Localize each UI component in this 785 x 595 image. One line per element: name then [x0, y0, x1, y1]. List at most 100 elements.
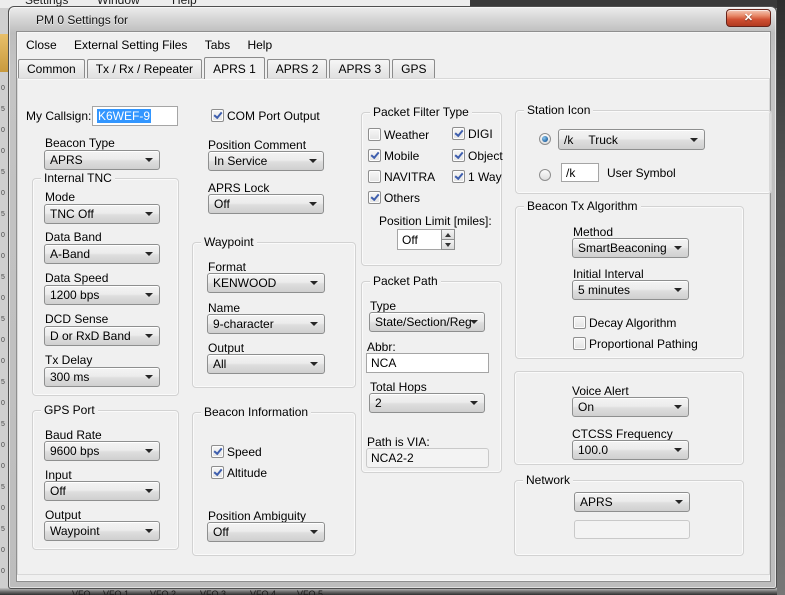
vfo-tab[interactable]: VFO 4 [250, 589, 276, 595]
station-icon-select[interactable]: /k Truck [558, 129, 705, 150]
network-value: APRS [580, 495, 613, 509]
tab-common[interactable]: Common [18, 59, 85, 78]
dropdown-arrow-icon [309, 159, 317, 163]
dialog-menubar: Close External Setting Files Tabs Help [19, 35, 279, 55]
digi-label: DIGI [468, 128, 493, 141]
data-band-label: Data Band [45, 231, 102, 244]
dialog-body: Close External Setting Files Tabs Help C… [16, 31, 771, 582]
dropdown-arrow-icon [470, 320, 478, 324]
dropdown-arrow-icon [674, 246, 682, 250]
altitude-checkbox[interactable] [211, 466, 224, 479]
dcd-sense-value: D or RxD Band [50, 329, 131, 343]
voice-alert-select[interactable]: On [572, 397, 689, 417]
total-hops-select[interactable]: 2 [369, 393, 485, 413]
menu-external-setting-files[interactable]: External Setting Files [67, 35, 194, 55]
tab-aprs-3[interactable]: APRS 3 [329, 59, 390, 78]
tx-delay-select[interactable]: 300 ms [44, 367, 160, 387]
aprs-lock-value: Off [214, 197, 230, 211]
spin-up-button[interactable] [441, 229, 455, 240]
parent-window-right-edge [777, 0, 785, 595]
position-limit-input[interactable]: Off [397, 229, 442, 250]
baud-rate-select[interactable]: 9600 bps [44, 441, 160, 461]
weather-label: Weather [384, 129, 429, 142]
beacon-tx-algorithm-title: Beacon Tx Algorithm [524, 200, 641, 213]
dropdown-arrow-icon [145, 489, 153, 493]
station-icon-radio[interactable] [539, 133, 551, 145]
data-speed-select[interactable]: 1200 bps [44, 285, 160, 305]
position-comment-select[interactable]: In Service [208, 151, 324, 171]
dropdown-arrow-icon [310, 322, 318, 326]
packet-path-title: Packet Path [370, 275, 441, 288]
one-way-checkbox[interactable] [452, 170, 465, 183]
aprs1-tab-page: My Callsign: K6WEF-9 Beacon Type APRS In… [17, 78, 770, 575]
gps-output-select[interactable]: Waypoint [44, 521, 160, 541]
path-is-via-value: NCA2-2 [371, 451, 414, 465]
com-port-output-checkbox[interactable] [211, 109, 224, 122]
object-label: Object [468, 150, 503, 163]
aprs-lock-select[interactable]: Off [208, 194, 324, 214]
ctcss-frequency-select[interactable]: 100.0 [572, 440, 689, 460]
decay-algorithm-checkbox[interactable] [573, 316, 586, 329]
my-callsign-input[interactable]: K6WEF-9 [92, 106, 178, 126]
mode-value: TNC Off [50, 207, 94, 221]
internal-tnc-title: Internal TNC [41, 172, 115, 185]
tab-gps[interactable]: GPS [392, 59, 435, 78]
dropdown-arrow-icon [145, 375, 153, 379]
baud-rate-value: 9600 bps [50, 444, 99, 458]
beacon-type-select[interactable]: APRS [44, 150, 160, 170]
vfo-tab[interactable]: VFO 2 [150, 589, 176, 595]
station-icon-group: Station Icon [515, 110, 772, 194]
user-symbol-radio[interactable] [539, 169, 551, 181]
position-ambiguity-select[interactable]: Off [207, 522, 325, 542]
dropdown-arrow-icon [674, 288, 682, 292]
method-select[interactable]: SmartBeaconing [572, 238, 689, 258]
data-speed-value: 1200 bps [50, 288, 99, 302]
user-symbol-input[interactable]: /k [561, 163, 599, 182]
menu-tabs[interactable]: Tabs [198, 35, 237, 55]
menu-help[interactable]: Help [240, 35, 279, 55]
dropdown-arrow-icon [690, 138, 698, 142]
path-type-select[interactable]: State/Section/Reg [369, 312, 485, 332]
vfo-tab[interactable]: VFO 3 [200, 589, 226, 595]
gps-input-select[interactable]: Off [44, 481, 160, 501]
abbr-input[interactable]: NCA [366, 353, 489, 373]
mode-select[interactable]: TNC Off [44, 204, 160, 224]
network-select[interactable]: APRS [574, 492, 690, 512]
tab-tx-rx-repeater[interactable]: Tx / Rx / Repeater [87, 59, 202, 78]
dropdown-arrow-icon [145, 529, 153, 533]
tx-delay-label: Tx Delay [45, 354, 92, 367]
one-way-label: 1 Way [468, 171, 502, 184]
object-checkbox[interactable] [452, 149, 465, 162]
waypoint-output-select[interactable]: All [207, 354, 325, 374]
tab-aprs-2[interactable]: APRS 2 [267, 59, 328, 78]
initial-interval-select[interactable]: 5 minutes [572, 280, 689, 300]
waypoint-format-select[interactable]: KENWOOD [207, 273, 325, 293]
weather-checkbox[interactable] [368, 128, 381, 141]
ctcss-frequency-value: 100.0 [578, 443, 608, 457]
digi-checkbox[interactable] [452, 127, 465, 140]
menu-close[interactable]: Close [19, 35, 64, 55]
proportional-pathing-checkbox[interactable] [573, 337, 586, 350]
navitra-checkbox[interactable] [368, 170, 381, 183]
abbr-value: NCA [371, 356, 396, 370]
data-band-select[interactable]: A-Band [44, 244, 160, 264]
close-button[interactable]: ✕ [726, 9, 771, 27]
tab-aprs-1[interactable]: APRS 1 [204, 57, 265, 79]
station-icon-name: Truck [588, 133, 618, 147]
speed-checkbox[interactable] [211, 445, 224, 458]
others-label: Others [384, 192, 420, 205]
my-callsign-label: My Callsign: [26, 110, 91, 123]
dcd-sense-select[interactable]: D or RxD Band [44, 326, 160, 346]
dropdown-arrow-icon [145, 212, 153, 216]
mobile-checkbox[interactable] [368, 149, 381, 162]
gps-output-value: Waypoint [50, 524, 100, 538]
others-checkbox[interactable] [368, 191, 381, 204]
spin-down-button[interactable] [441, 240, 455, 250]
waypoint-name-select[interactable]: 9-character [207, 314, 325, 334]
vfo-tab[interactable]: VFO [72, 589, 91, 595]
parent-list-digits: 0 5 0 0 5 0 5 0 0 5 0 5 0 0 5 0 5 0 0 5 … [1, 78, 5, 589]
waypoint-format-value: KENWOOD [213, 276, 276, 290]
dialog-titlebar[interactable]: PM 0 Settings for ✕ [9, 7, 776, 31]
vfo-tab[interactable]: VFO 5 [297, 589, 323, 595]
vfo-tab[interactable]: VFO 1 [103, 589, 129, 595]
